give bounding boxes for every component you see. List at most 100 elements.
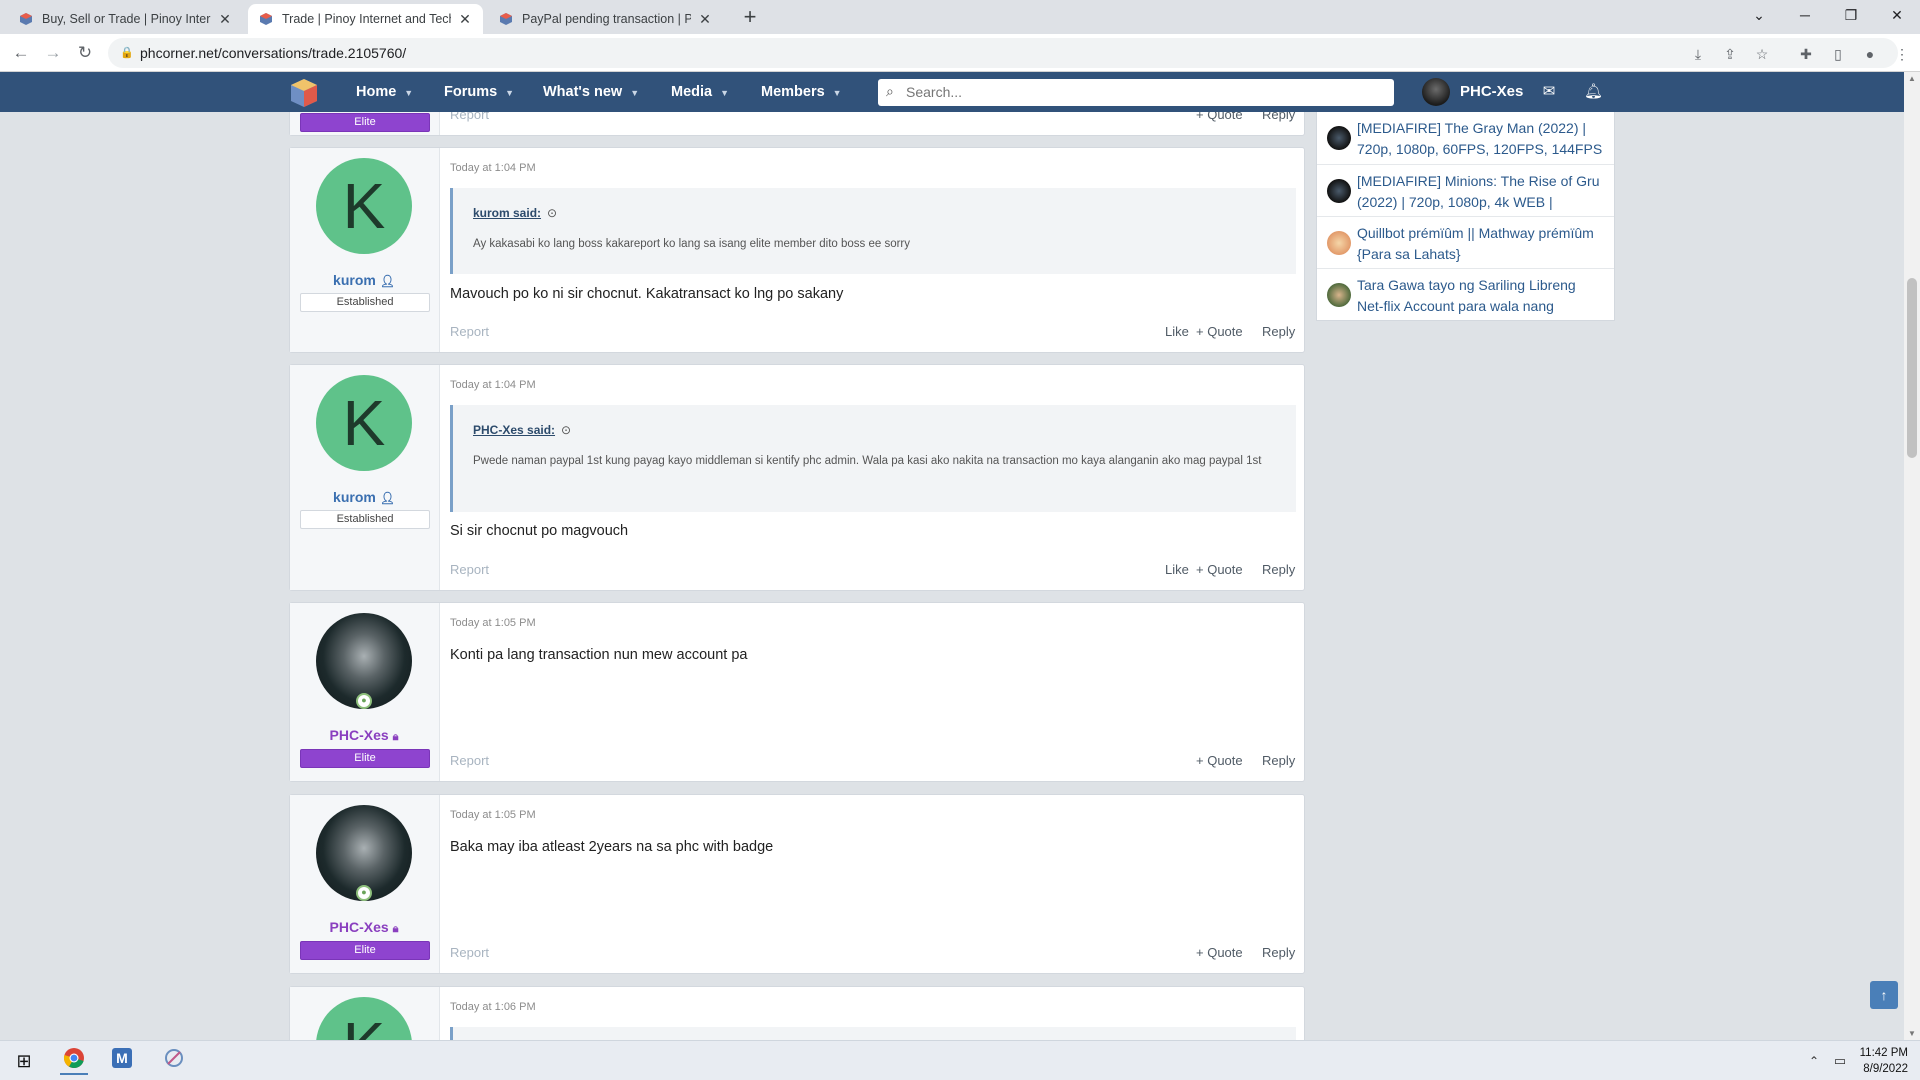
browser-tab-1[interactable]: Buy, Sell or Trade | Pinoy Internet and …	[8, 4, 243, 34]
user-sidebar: K	[290, 987, 440, 1040]
like-link[interactable]: Like	[1165, 324, 1189, 339]
message-post: K kurom 👤︎ Established Today at 1:04 PM …	[289, 147, 1305, 353]
quote-label: Quote	[1207, 562, 1243, 577]
minimize-icon[interactable]: ─	[1782, 0, 1828, 32]
browser-tab-2[interactable]: Trade | Pinoy Internet and Technology Fo…	[248, 4, 483, 34]
caret-down-icon[interactable]: ▼	[404, 88, 413, 98]
avatar[interactable]: K	[316, 375, 412, 471]
nav-forums[interactable]: Forums ▼	[444, 72, 514, 112]
bell-icon[interactable]: 🔔︎	[1584, 83, 1603, 101]
inbox-icon[interactable]: ✉	[1540, 83, 1558, 101]
jump-arrow-icon[interactable]: ⊙	[561, 423, 571, 437]
extensions-icon[interactable]: ✚	[1796, 44, 1816, 64]
tab-search-icon[interactable]: ⌄	[1736, 0, 1782, 32]
thread-title[interactable]: [MEDIAFIRE] The Gray Man (2022) | 720p, …	[1357, 118, 1605, 160]
nav-whats-new[interactable]: What's new ▼	[543, 72, 639, 112]
search-input[interactable]	[906, 82, 1376, 102]
install-app-icon[interactable]: ⤓	[1688, 44, 1708, 64]
quote-link[interactable]: + Quote	[1196, 753, 1243, 768]
search-box[interactable]: ⌕	[878, 79, 1394, 106]
post-date[interactable]: Today at 1:05 PM	[450, 809, 536, 821]
sidebar-thread-item[interactable]: [MEDIAFIRE] Minions: The Rise of Gru (20…	[1317, 164, 1614, 216]
new-tab-icon[interactable]: +	[736, 4, 764, 32]
post-author[interactable]: PHC-Xes 🔒︎	[290, 919, 438, 936]
taskbar-clock[interactable]: 11:42 PM 8/9/2022	[1860, 1045, 1908, 1077]
sidebar-thread-item[interactable]: Tara Gawa tayo ng Sariling Libreng Net-f…	[1317, 268, 1614, 320]
report-link[interactable]: Report	[450, 562, 489, 577]
scroll-up-icon[interactable]: ▲	[1907, 74, 1917, 83]
jump-arrow-icon[interactable]: ⊙	[547, 206, 557, 220]
quote-author[interactable]: kurom said: ⊙	[473, 206, 557, 220]
sidebar-thread-item[interactable]: Quillbot prémïûm || Mathway prémïûm {Par…	[1317, 216, 1614, 268]
post-author[interactable]: kurom 👤︎	[290, 272, 438, 288]
reply-link[interactable]: Reply	[1262, 753, 1295, 768]
reply-link[interactable]: Reply	[1262, 562, 1295, 577]
nav-label: What's new	[543, 84, 623, 100]
scroll-to-top-button[interactable]: ↑	[1870, 981, 1898, 1009]
quote-text: Ay kakasabi ko lang boss kakareport ko l…	[473, 238, 911, 250]
caret-down-icon[interactable]: ▼	[720, 88, 729, 98]
close-tab-icon[interactable]: ✕	[457, 11, 473, 28]
scrollbar-thumb[interactable]	[1907, 278, 1917, 458]
close-tab-icon[interactable]: ✕	[217, 11, 233, 28]
dark-avatar-icon	[1327, 126, 1351, 150]
like-link[interactable]: Like	[1165, 562, 1189, 577]
quote-author[interactable]: PHC-Xes said: ⊙	[473, 423, 571, 437]
snipping-tool-icon[interactable]	[160, 1047, 188, 1075]
profile-icon[interactable]: ●	[1860, 44, 1880, 64]
sidebar-thread-item[interactable]: [MEDIAFIRE] The Gray Man (2022) | 720p, …	[1317, 112, 1614, 164]
report-link[interactable]: Report	[450, 753, 489, 768]
post-author[interactable]: PHC-Xes 🔒︎	[290, 727, 438, 744]
user-avatar[interactable]	[1422, 78, 1450, 106]
reply-link[interactable]: Reply	[1262, 945, 1295, 960]
post-date[interactable]: Today at 1:05 PM	[450, 617, 536, 629]
thread-title[interactable]: [MEDIAFIRE] Minions: The Rise of Gru (20…	[1357, 171, 1605, 213]
nav-home[interactable]: Home ▼	[356, 72, 413, 112]
thread-title[interactable]: Quillbot prémïûm || Mathway prémïûm {Par…	[1357, 223, 1605, 265]
reload-icon[interactable]: ↻	[72, 40, 98, 66]
site-logo[interactable]	[288, 77, 320, 109]
restore-icon[interactable]: ❐	[1828, 0, 1874, 32]
share-icon[interactable]: ⇪	[1720, 44, 1740, 64]
header-username[interactable]: PHC-Xes	[1460, 72, 1523, 112]
nav-members[interactable]: Members ▼	[761, 72, 842, 112]
caret-down-icon[interactable]: ▼	[833, 88, 842, 98]
close-window-icon[interactable]: ✕	[1874, 0, 1920, 32]
nav-media[interactable]: Media ▼	[671, 72, 729, 112]
post-date[interactable]: Today at 1:06 PM	[450, 1001, 536, 1013]
tray-chevron-icon[interactable]: ⌃	[1800, 1047, 1828, 1075]
browser-tab-3[interactable]: PayPal pending transaction | Pinoy Inter…	[488, 4, 723, 34]
close-tab-icon[interactable]: ✕	[697, 11, 713, 28]
quote-link[interactable]: + Quote	[1196, 112, 1243, 122]
avatar[interactable]: K	[316, 158, 412, 254]
caret-down-icon[interactable]: ▼	[505, 88, 514, 98]
caret-down-icon[interactable]: ▼	[630, 88, 639, 98]
bookmark-star-icon[interactable]: ☆	[1752, 44, 1772, 64]
reply-link[interactable]: Reply	[1262, 112, 1295, 122]
forward-icon[interactable]: →	[40, 40, 66, 66]
report-link[interactable]: Report	[450, 945, 489, 960]
network-icon[interactable]: ▭	[1826, 1047, 1854, 1075]
url-text: phcorner.net/conversations/trade.2105760…	[140, 45, 407, 61]
chrome-app-icon[interactable]	[60, 1047, 88, 1075]
thread-title[interactable]: Tara Gawa tayo ng Sariling Libreng Net-f…	[1357, 275, 1605, 317]
report-link[interactable]: Report	[450, 112, 489, 122]
address-bar[interactable]: 🔒 phcorner.net/conversations/trade.21057…	[108, 38, 1909, 68]
scroll-down-icon[interactable]: ▼	[1907, 1029, 1917, 1038]
post-author[interactable]: kurom 👤︎	[290, 489, 438, 505]
avatar[interactable]: K	[316, 997, 412, 1040]
quote-link[interactable]: + Quote	[1196, 562, 1243, 577]
back-icon[interactable]: ←	[8, 40, 34, 66]
quote-link[interactable]: + Quote	[1196, 945, 1243, 960]
side-panel-icon[interactable]: ▯	[1828, 44, 1848, 64]
page-scrollbar[interactable]: ▲ ▼	[1904, 72, 1920, 1040]
quote-link[interactable]: + Quote	[1196, 324, 1243, 339]
post-date[interactable]: Today at 1:04 PM	[450, 379, 536, 391]
report-link[interactable]: Report	[450, 324, 489, 339]
post-date[interactable]: Today at 1:04 PM	[450, 162, 536, 174]
windows-start-icon[interactable]: ⊞	[10, 1047, 38, 1075]
chrome-menu-icon[interactable]: ⋮	[1892, 44, 1912, 64]
phcorner-favicon-icon	[258, 11, 274, 27]
reply-link[interactable]: Reply	[1262, 324, 1295, 339]
m-app-icon[interactable]: M	[108, 1047, 136, 1075]
